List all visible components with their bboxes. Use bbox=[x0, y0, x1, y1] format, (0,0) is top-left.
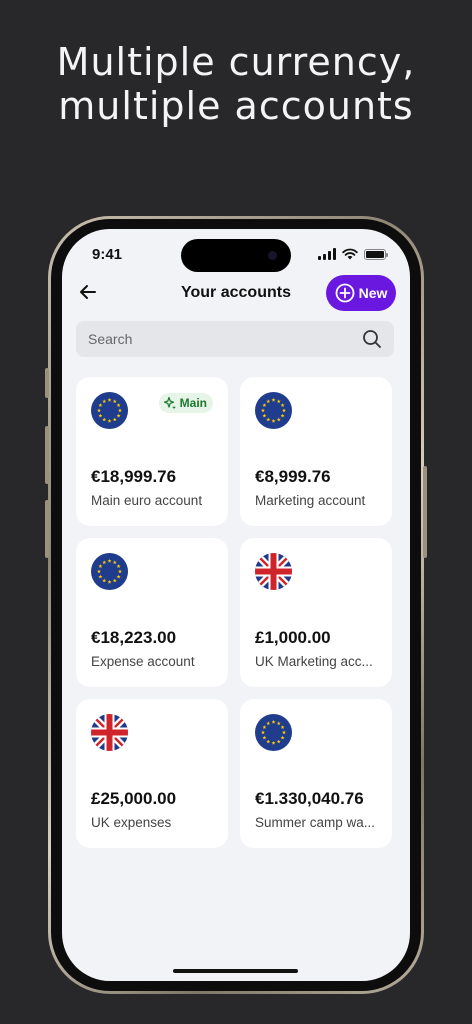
account-balance: €1.330,040.76 bbox=[255, 789, 364, 808]
home-indicator[interactable] bbox=[173, 969, 298, 973]
uk-flag-icon bbox=[255, 553, 292, 590]
account-card[interactable]: €8,999.76 Marketing account bbox=[240, 377, 392, 526]
plus-circle-icon bbox=[335, 283, 354, 303]
status-time: 9:41 bbox=[92, 246, 123, 263]
battery-icon bbox=[364, 248, 388, 260]
account-card[interactable]: €18,223.00 Expense account bbox=[76, 538, 228, 687]
phone-volume-down-button bbox=[45, 500, 49, 558]
account-balance: €8,999.76 bbox=[255, 467, 331, 486]
headline: Multiple currency, multiple accounts bbox=[0, 40, 472, 128]
cellular-signal-icon bbox=[318, 248, 336, 260]
phone-screen: 9:41 Your accounts New Search Main €18,9… bbox=[62, 229, 410, 981]
main-badge: Main bbox=[158, 393, 213, 413]
account-name: Marketing account bbox=[255, 493, 366, 508]
nav-bar: Your accounts New bbox=[62, 273, 410, 313]
eu-flag-icon bbox=[91, 553, 128, 590]
search-input[interactable] bbox=[88, 321, 348, 357]
account-name: Expense account bbox=[91, 654, 195, 669]
eu-flag-icon bbox=[255, 392, 292, 429]
phone-volume-up-button bbox=[45, 426, 49, 484]
wifi-icon bbox=[342, 248, 358, 260]
dynamic-island bbox=[181, 239, 291, 272]
eu-flag-icon bbox=[255, 714, 292, 751]
headline-line-2: multiple accounts bbox=[58, 84, 414, 128]
uk-flag-icon bbox=[91, 714, 128, 751]
sparkle-icon bbox=[163, 396, 176, 410]
status-icons bbox=[318, 248, 388, 260]
account-balance: £25,000.00 bbox=[91, 789, 177, 808]
eu-flag-icon bbox=[91, 392, 128, 429]
account-card[interactable]: £25,000.00 UK expenses bbox=[76, 699, 228, 848]
headline-line-1: Multiple currency, bbox=[56, 40, 416, 84]
account-card[interactable]: €1.330,040.76 Summer camp wa... bbox=[240, 699, 392, 848]
accounts-grid: Main €18,999.76 Main euro account €8,999… bbox=[76, 377, 394, 848]
new-account-button[interactable]: New bbox=[326, 275, 396, 311]
new-account-button-label: New bbox=[358, 285, 388, 301]
main-badge-label: Main bbox=[179, 396, 207, 410]
phone-power-button bbox=[423, 466, 427, 558]
account-name: Main euro account bbox=[91, 493, 203, 508]
search-icon[interactable] bbox=[362, 329, 382, 349]
account-name: UK Marketing acc... bbox=[255, 654, 373, 669]
account-name: Summer camp wa... bbox=[255, 815, 376, 830]
account-card[interactable]: Main €18,999.76 Main euro account bbox=[76, 377, 228, 526]
search-bar bbox=[76, 321, 394, 357]
account-balance: £1,000.00 bbox=[255, 628, 331, 647]
account-balance: €18,999.76 bbox=[91, 467, 177, 486]
phone-action-button bbox=[45, 368, 49, 398]
account-card[interactable]: £1,000.00 UK Marketing acc... bbox=[240, 538, 392, 687]
account-name: UK expenses bbox=[91, 815, 172, 830]
account-balance: €18,223.00 bbox=[91, 628, 177, 647]
